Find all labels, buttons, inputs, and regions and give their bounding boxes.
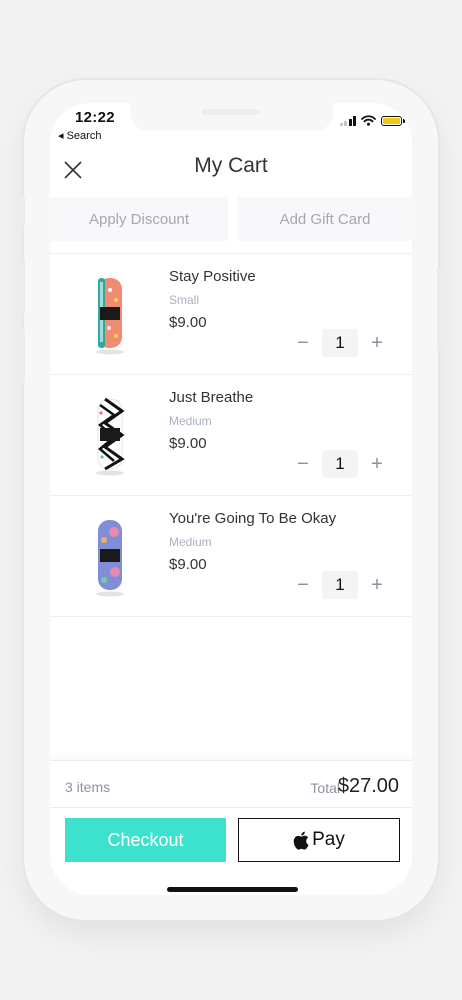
header: My Cart: [50, 147, 412, 195]
cart-list: Stay Positive Small $9.00 − 1 + Just Bre…: [50, 253, 412, 617]
increase-quantity-button[interactable]: +: [364, 450, 390, 478]
pay-label: Pay: [312, 829, 345, 850]
product-name[interactable]: Stay Positive: [169, 268, 256, 285]
quantity-stepper: − 1 +: [290, 450, 390, 478]
quantity-value[interactable]: 1: [322, 450, 358, 478]
status-icons: [339, 115, 405, 126]
add-gift-card-button[interactable]: Add Gift Card: [238, 197, 412, 241]
phone-volume-up: [20, 258, 25, 314]
increase-quantity-button[interactable]: +: [364, 571, 390, 599]
product-size: Medium: [169, 414, 212, 428]
items-count: 3 items: [65, 779, 111, 795]
quantity-value[interactable]: 1: [322, 571, 358, 599]
back-to-search-link[interactable]: ◂ Search: [58, 129, 101, 142]
battery-level: [383, 117, 400, 124]
phone-power-button: [437, 268, 442, 350]
speaker-grille: [202, 109, 260, 115]
page-title: My Cart: [194, 154, 268, 177]
product-size: Medium: [169, 535, 212, 549]
home-indicator[interactable]: [167, 887, 298, 892]
product-name[interactable]: You're Going To Be Okay: [169, 510, 336, 527]
apply-discount-button[interactable]: Apply Discount: [50, 197, 228, 241]
product-size: Small: [169, 293, 200, 307]
quantity-stepper: − 1 +: [290, 329, 390, 357]
signal-icon: [339, 115, 356, 126]
product-price: $9.00: [169, 314, 207, 331]
battery-icon: [381, 115, 405, 126]
divider: [50, 807, 412, 808]
phone-mute-switch: [20, 196, 25, 226]
total-label: Total: [310, 780, 340, 796]
cart-item: You're Going To Be Okay Medium $9.00 − 1…: [50, 496, 412, 617]
product-image: [96, 520, 124, 597]
decrease-quantity-button[interactable]: −: [290, 571, 316, 599]
decrease-quantity-button[interactable]: −: [290, 329, 316, 357]
quantity-value[interactable]: 1: [322, 329, 358, 357]
product-image: [96, 397, 125, 476]
apple-pay-button[interactable]: Pay: [238, 818, 400, 862]
increase-quantity-button[interactable]: +: [364, 329, 390, 357]
cart-item: Stay Positive Small $9.00 − 1 +: [50, 254, 412, 375]
product-name[interactable]: Just Breathe: [169, 389, 253, 406]
cart-footer: 3 items Total $27.00 Checkout Pay: [50, 760, 412, 895]
product-price: $9.00: [169, 556, 207, 573]
product-image: [96, 278, 124, 355]
notch: [130, 103, 333, 131]
app-screen: 12:22 ◂ Search My Cart Apply Discount Ad…: [50, 103, 412, 895]
product-price: $9.00: [169, 435, 207, 452]
checkout-button[interactable]: Checkout: [65, 818, 226, 862]
wifi-icon: [361, 115, 376, 126]
cart-actions: Apply Discount Add Gift Card: [50, 197, 412, 241]
total-value: $27.00: [337, 775, 399, 797]
apple-icon: [293, 831, 309, 850]
cart-item: Just Breathe Medium $9.00 − 1 +: [50, 375, 412, 496]
status-time: 12:22: [75, 109, 115, 126]
decrease-quantity-button[interactable]: −: [290, 450, 316, 478]
quantity-stepper: − 1 +: [290, 571, 390, 599]
phone-volume-down: [20, 328, 25, 384]
